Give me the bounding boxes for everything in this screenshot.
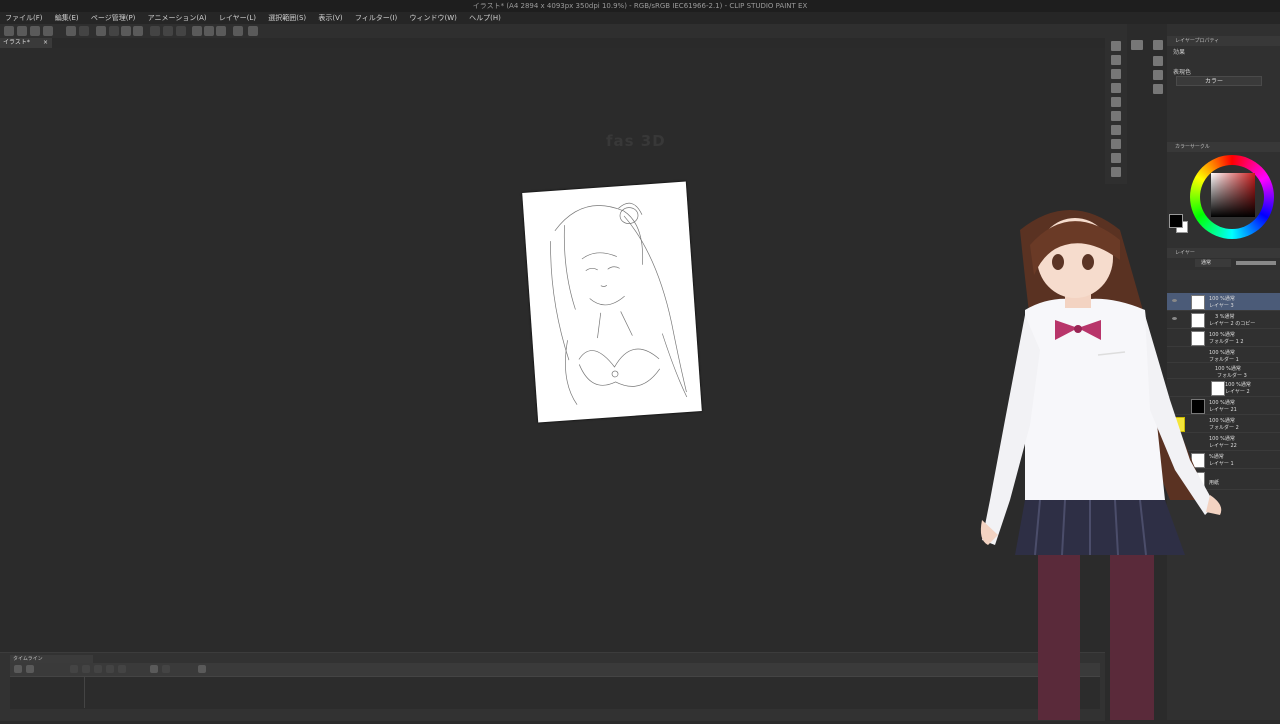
- first-frame-icon[interactable]: [70, 665, 78, 673]
- fill-tool-icon[interactable]: [1111, 111, 1121, 121]
- export-icon[interactable]: [43, 26, 53, 36]
- prev-frame-icon[interactable]: [82, 665, 90, 673]
- new-timeline-icon[interactable]: [14, 665, 22, 673]
- menu-edit[interactable]: 編集(E): [50, 12, 84, 24]
- sub-tool-palette: [1127, 24, 1167, 184]
- fill-icon[interactable]: [121, 26, 131, 36]
- brush-settings-icon[interactable]: [1131, 40, 1143, 50]
- menu-help[interactable]: ヘルプ(H): [464, 12, 506, 24]
- pen-tool-icon[interactable]: [1111, 41, 1121, 51]
- new-cel-icon[interactable]: [150, 665, 158, 673]
- canvas-paper[interactable]: [522, 181, 702, 423]
- avatar-illustration: [980, 210, 1222, 720]
- tool-search-icon[interactable]: [1153, 84, 1163, 94]
- expression-color-select[interactable]: カラー: [1176, 76, 1262, 86]
- frame-tool-icon[interactable]: [1111, 153, 1121, 163]
- text-tool-icon[interactable]: [1111, 167, 1121, 177]
- camera-icon[interactable]: [198, 665, 206, 673]
- pencil-tool-icon[interactable]: [1111, 55, 1121, 65]
- eraser-tool-icon[interactable]: [1111, 97, 1121, 107]
- sketch-drawing: [550, 202, 688, 405]
- new-file-icon[interactable]: [4, 26, 14, 36]
- redo-icon[interactable]: [79, 26, 89, 36]
- save-icon[interactable]: [30, 26, 40, 36]
- menu-view[interactable]: 表示(V): [313, 12, 347, 24]
- menu-page[interactable]: ページ管理(P): [86, 12, 141, 24]
- last-frame-icon[interactable]: [118, 665, 126, 673]
- settings-icon[interactable]: [96, 26, 106, 36]
- deselect-icon[interactable]: [150, 26, 160, 36]
- opacity-slider[interactable]: [1236, 261, 1276, 265]
- document-tab-label: イラスト*: [3, 39, 30, 46]
- close-icon[interactable]: ×: [43, 38, 48, 48]
- device-icon[interactable]: [233, 26, 243, 36]
- next-frame-icon[interactable]: [106, 665, 114, 673]
- eye-tool-icon[interactable]: [1111, 83, 1121, 93]
- open-file-icon[interactable]: [17, 26, 27, 36]
- timeline-settings-icon[interactable]: [26, 665, 34, 673]
- invert-selection-icon[interactable]: [163, 26, 173, 36]
- menu-filter[interactable]: フィルター(I): [350, 12, 402, 24]
- command-bar: [0, 24, 1105, 39]
- tool-x-icon[interactable]: [1153, 56, 1163, 66]
- timeline-divider: [84, 676, 85, 708]
- transform-icon[interactable]: [133, 26, 143, 36]
- menu-bar: ファイル(F) 編集(E) ページ管理(P) アニメーション(A) レイヤー(L…: [0, 12, 1280, 24]
- clear-icon[interactable]: [109, 26, 119, 36]
- tool-palette: [1105, 24, 1127, 184]
- menu-animation[interactable]: アニメーション(A): [143, 12, 212, 24]
- close-icon[interactable]: [1153, 40, 1163, 50]
- layer-property-header[interactable]: レイヤープロパティ: [1167, 36, 1280, 46]
- document-tab[interactable]: イラスト* ×: [0, 38, 52, 48]
- document-tabs: [0, 38, 1105, 48]
- help-icon[interactable]: [248, 26, 258, 36]
- snap-ruler-icon[interactable]: [192, 26, 202, 36]
- gradient-tool-icon[interactable]: [1111, 125, 1121, 135]
- vtuber-avatar: [970, 200, 1230, 720]
- onion-skin-icon[interactable]: [162, 665, 170, 673]
- timeline-toolbar: [10, 663, 1100, 676]
- menu-layer[interactable]: レイヤー(L): [214, 12, 261, 24]
- menu-file[interactable]: ファイル(F): [0, 12, 48, 24]
- color-wheel-header[interactable]: カラーサークル: [1167, 142, 1280, 152]
- window-title: イラスト* (A4 2894 x 4093px 350dpi 10.9%) - …: [0, 0, 1280, 12]
- brush-tool-icon[interactable]: [1111, 69, 1121, 79]
- play-icon[interactable]: [94, 665, 102, 673]
- menu-window[interactable]: ウィンドウ(W): [405, 12, 462, 24]
- undo-icon[interactable]: [66, 26, 76, 36]
- figure-tool-icon[interactable]: [1111, 139, 1121, 149]
- timeline-tracks[interactable]: [10, 676, 1100, 709]
- timeline-title: タイムライン: [10, 655, 93, 663]
- tool-frame-icon[interactable]: [1153, 70, 1163, 80]
- snap-grid-icon[interactable]: [204, 26, 214, 36]
- canvas-watermark: fas 3D: [606, 132, 666, 150]
- menu-selection[interactable]: 選択範囲(S): [263, 12, 311, 24]
- expression-color-label: 表現色: [1173, 69, 1192, 76]
- effect-label: 効果: [1173, 49, 1186, 56]
- snap-special-icon[interactable]: [216, 26, 226, 36]
- select-all-icon[interactable]: [176, 26, 186, 36]
